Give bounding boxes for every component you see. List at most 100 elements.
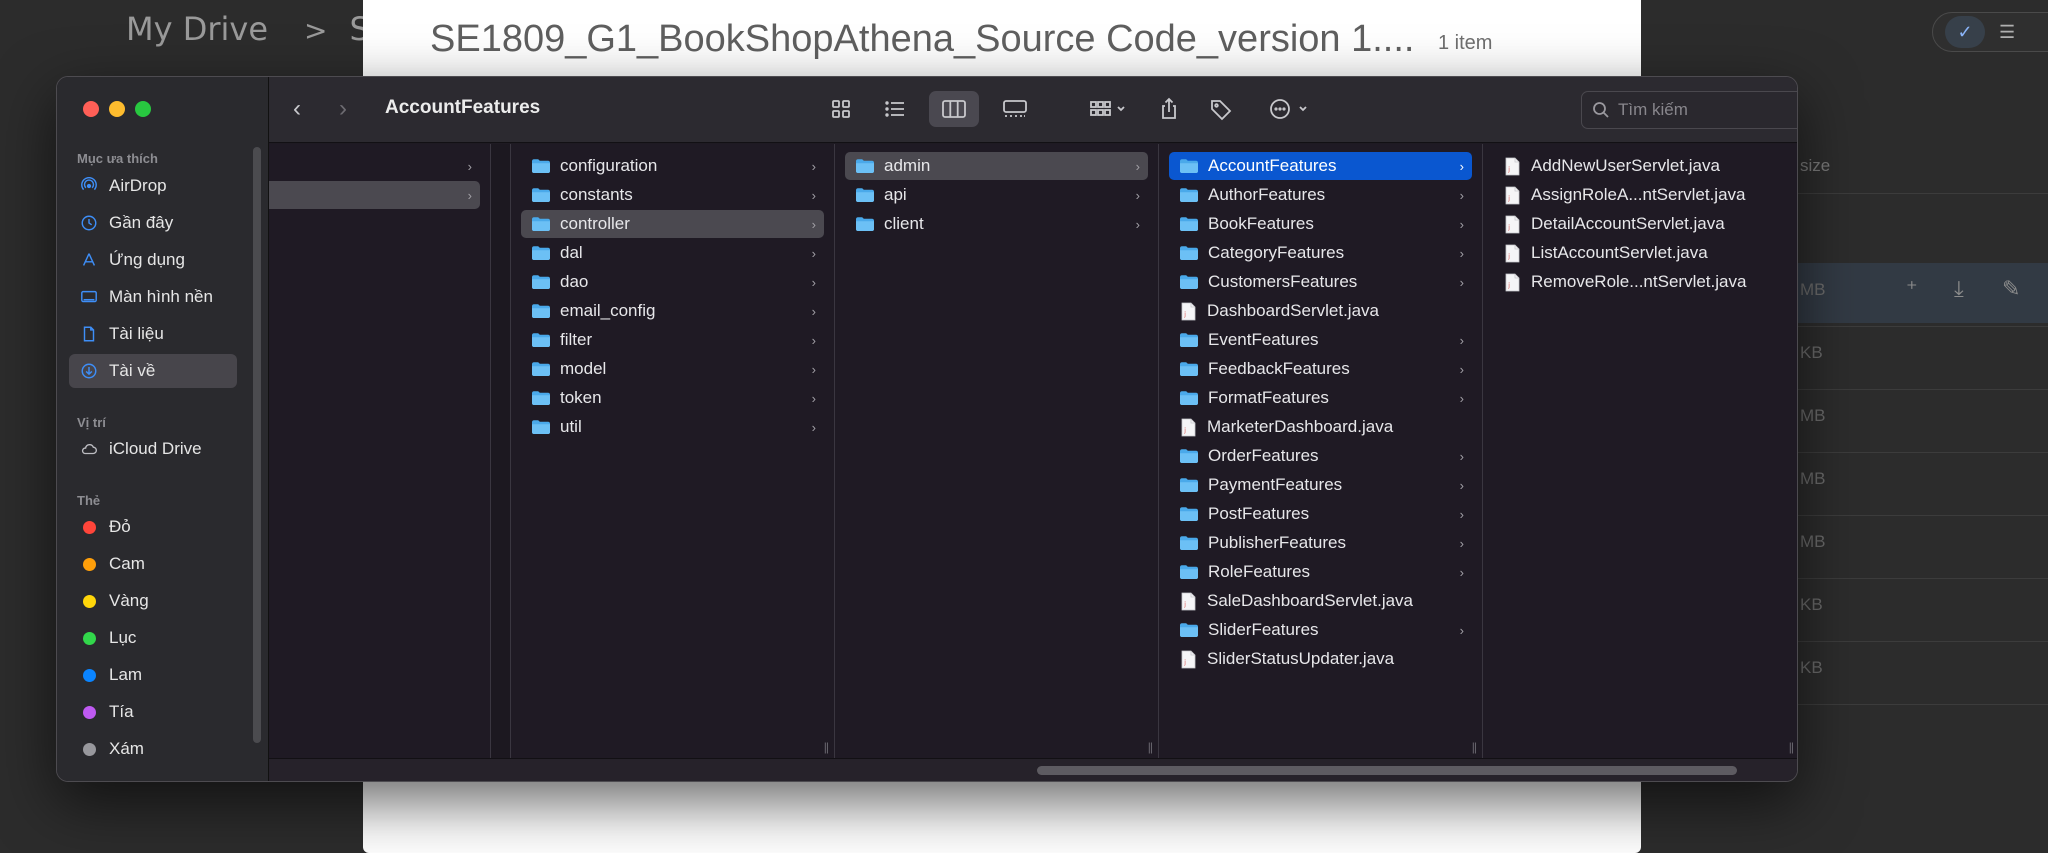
clock-icon (79, 213, 99, 233)
sidebar-item-icloud-drive[interactable]: iCloud Drive (69, 432, 237, 466)
size-column-header[interactable]: size (1800, 156, 1830, 176)
folder-item[interactable]: AccountFeatures › (1169, 152, 1472, 180)
file-item[interactable]: j AssignRoleA...ntServlet.java (1493, 181, 1789, 209)
folder-item[interactable]: PaymentFeatures › (1169, 471, 1472, 499)
chevron-right-icon: › (1459, 564, 1464, 580)
edit-icon[interactable]: ✎ (2002, 276, 2020, 302)
list-item[interactable]: › (269, 181, 480, 209)
folder-item[interactable]: dao › (521, 268, 824, 296)
horizontal-scrollbar[interactable] (269, 758, 1797, 781)
tag-button[interactable] (1203, 91, 1239, 127)
share-user-icon[interactable]: ⁺ (1906, 276, 1918, 302)
ellipsis-circle-icon (1270, 99, 1307, 119)
list-view-icon[interactable]: ☰ (1999, 22, 2015, 43)
item-label: email_config (560, 301, 656, 320)
sidebar-tag-green[interactable]: Lục (69, 621, 237, 655)
file-item[interactable]: j ListAccountServlet.java (1493, 239, 1789, 267)
folder-item[interactable]: dal › (521, 239, 824, 267)
folder-icon (531, 361, 551, 377)
search-input[interactable] (1618, 100, 1797, 120)
column-resize-handle[interactable]: || (824, 740, 829, 754)
file-item[interactable]: j RemoveRole...ntServlet.java (1493, 268, 1789, 296)
column-resize-handle[interactable]: || (1148, 740, 1153, 754)
file-item[interactable]: j DashboardServlet.java (1169, 297, 1472, 325)
size-cell: KB (1800, 343, 1823, 362)
sidebar-item-applications[interactable]: Ứng dụng (69, 243, 237, 277)
file-item[interactable]: j AddNewUserServlet.java (1493, 152, 1789, 180)
folder-item[interactable]: EventFeatures › (1169, 326, 1472, 354)
sidebar-item-recents[interactable]: Gần đây (69, 206, 237, 240)
folder-item[interactable]: admin › (845, 152, 1148, 180)
minimize-window-button[interactable] (109, 101, 125, 117)
folder-item[interactable]: SliderFeatures › (1169, 616, 1472, 644)
folder-item[interactable]: email_config › (521, 297, 824, 325)
scrollbar-thumb[interactable] (1037, 766, 1737, 775)
list-item[interactable]: › (269, 152, 480, 180)
folder-item[interactable]: FeedbackFeatures › (1169, 355, 1472, 383)
list-view-button[interactable] (875, 91, 915, 127)
sidebar-tag-orange[interactable]: Cam (69, 547, 237, 581)
view-toggle[interactable]: ✓ ☰ (1932, 12, 2048, 52)
folder-item[interactable]: token › (521, 384, 824, 412)
sidebar-tag-gray[interactable]: Xám (69, 732, 237, 766)
breadcrumb-root[interactable]: My Drive (126, 10, 268, 48)
folder-icon (531, 303, 551, 319)
sidebar-scrollbar[interactable] (253, 147, 261, 743)
gallery-view-button[interactable] (993, 91, 1037, 127)
group-button[interactable] (1081, 91, 1137, 127)
chevron-right-icon: › (1459, 216, 1464, 232)
folder-item[interactable]: util › (521, 413, 824, 441)
close-window-button[interactable] (83, 101, 99, 117)
sidebar-tag-yellow[interactable]: Vàng (69, 584, 237, 618)
sidebar-item-documents[interactable]: Tài liệu (69, 317, 237, 351)
folder-item[interactable]: constants › (521, 181, 824, 209)
folder-item[interactable]: model › (521, 355, 824, 383)
zoom-window-button[interactable] (135, 101, 151, 117)
share-icon (1162, 97, 1176, 119)
forward-button[interactable]: › (339, 95, 347, 123)
sidebar-item-downloads[interactable]: Tài về (69, 354, 237, 388)
file-item[interactable]: j SliderStatusUpdater.java (1169, 645, 1472, 673)
file-item[interactable]: j DetailAccountServlet.java (1493, 210, 1789, 238)
preview-item-count: 1 item (1438, 32, 1493, 54)
sidebar-tag-blue[interactable]: Lam (69, 658, 237, 692)
folder-icon (856, 188, 874, 202)
folder-item[interactable]: FormatFeatures › (1169, 384, 1472, 412)
folder-item[interactable]: api › (845, 181, 1148, 209)
folder-item[interactable]: configuration › (521, 152, 824, 180)
sidebar-tag-red[interactable]: Đỏ (69, 510, 237, 544)
folder-icon (532, 304, 550, 318)
file-item[interactable]: j SaleDashboardServlet.java (1169, 587, 1472, 615)
folder-item[interactable]: CustomersFeatures › (1169, 268, 1472, 296)
column-resize-handle[interactable]: || (1472, 740, 1477, 754)
file-item[interactable]: j MarketerDashboard.java (1169, 413, 1472, 441)
folder-item[interactable]: OrderFeatures › (1169, 442, 1472, 470)
icon-view-button[interactable] (821, 91, 861, 127)
download-icon[interactable]: ⤓ (1954, 276, 1964, 302)
sidebar-tag-purple[interactable]: Tía (69, 695, 237, 729)
folder-item[interactable]: client › (845, 210, 1148, 238)
more-actions-button[interactable] (1263, 91, 1319, 127)
share-button[interactable] (1151, 91, 1187, 127)
column-resize-handle[interactable]: || (1789, 740, 1794, 754)
java-file-icon: j (1503, 273, 1522, 292)
search-icon (1593, 102, 1609, 118)
folder-item[interactable]: BookFeatures › (1169, 210, 1472, 238)
list-icon (885, 101, 904, 117)
folder-item[interactable]: filter › (521, 326, 824, 354)
folder-item[interactable]: controller › (521, 210, 824, 238)
folder-item[interactable]: PostFeatures › (1169, 500, 1472, 528)
sidebar-item-desktop[interactable]: Màn hình nền (69, 280, 237, 314)
folder-icon (1179, 390, 1199, 406)
folder-item[interactable]: AuthorFeatures › (1169, 181, 1472, 209)
chevron-right-icon: › (811, 158, 816, 174)
sidebar-item-airdrop[interactable]: AirDrop (69, 169, 237, 203)
checkmark-icon[interactable]: ✓ (1945, 16, 1985, 48)
column-view-button[interactable] (929, 91, 979, 127)
folder-icon (532, 420, 550, 434)
folder-item[interactable]: PublisherFeatures › (1169, 529, 1472, 557)
search-field[interactable] (1581, 91, 1797, 129)
folder-item[interactable]: RoleFeatures › (1169, 558, 1472, 586)
folder-item[interactable]: CategoryFeatures › (1169, 239, 1472, 267)
back-button[interactable]: ‹ (293, 95, 301, 123)
